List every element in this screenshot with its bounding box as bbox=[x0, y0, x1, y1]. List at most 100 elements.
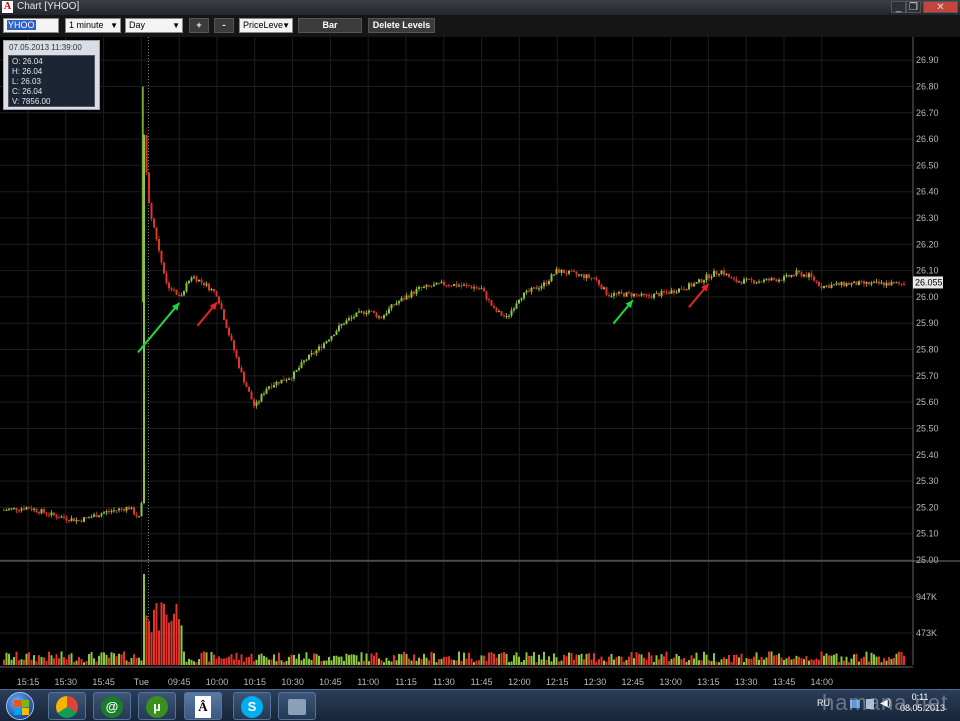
volume-bar bbox=[565, 656, 568, 665]
candle-body bbox=[373, 310, 375, 313]
volume-bar bbox=[60, 651, 63, 665]
volume-bar bbox=[585, 653, 588, 665]
time-tick-label: 15:15 bbox=[17, 677, 40, 687]
volume-bar bbox=[533, 652, 535, 665]
candle-body bbox=[708, 274, 710, 279]
candle-body bbox=[233, 340, 235, 351]
candle-body bbox=[133, 507, 135, 515]
taskbar-chart-app[interactable]: Â bbox=[184, 692, 222, 720]
volume-bar bbox=[168, 622, 170, 665]
zoom-in-button[interactable]: + bbox=[189, 18, 209, 33]
candle-body bbox=[273, 384, 275, 388]
volume-bar bbox=[368, 661, 370, 665]
delete-levels-button[interactable]: Delete Levels bbox=[368, 18, 435, 33]
time-tick-label: 11:15 bbox=[395, 677, 417, 687]
volume-bar bbox=[523, 660, 525, 665]
volume-bar bbox=[428, 660, 430, 665]
candle-body bbox=[883, 282, 885, 286]
volume-bar bbox=[828, 655, 830, 665]
candle-body bbox=[153, 218, 155, 228]
candle-body bbox=[818, 281, 820, 286]
taskbar-chrome[interactable] bbox=[48, 692, 86, 720]
candle-body bbox=[60, 516, 63, 518]
volume-bar bbox=[860, 658, 863, 665]
price-chart[interactable]: 26.90 26.80 26.70 26.60 26.50 26.40 26.30 26.20… bbox=[0, 37, 960, 689]
candle-body bbox=[745, 278, 748, 280]
candle-body bbox=[335, 330, 338, 335]
volume-bar bbox=[83, 662, 85, 665]
candle-body bbox=[123, 508, 125, 511]
candle-body bbox=[188, 280, 190, 284]
volume-bar bbox=[833, 654, 835, 665]
candle-body bbox=[475, 287, 478, 289]
volume-bar bbox=[545, 659, 548, 665]
candle-body bbox=[690, 283, 693, 287]
volume-bar bbox=[478, 660, 480, 665]
candle-body bbox=[798, 270, 800, 273]
price-tick-label: 26.20 bbox=[916, 239, 939, 249]
candle-body bbox=[445, 284, 448, 286]
volume-bar bbox=[395, 660, 398, 665]
volume-bar bbox=[203, 651, 205, 665]
bar-style-button[interactable]: Bar bbox=[298, 18, 362, 33]
volume-bar bbox=[210, 651, 213, 665]
volume-bar bbox=[633, 658, 635, 665]
volume-bar bbox=[293, 654, 295, 665]
candle-body bbox=[605, 287, 608, 295]
candle-body bbox=[685, 289, 688, 291]
candle-body bbox=[793, 274, 795, 276]
volume-bar bbox=[508, 662, 510, 665]
volume-bar bbox=[600, 656, 603, 665]
volume-bar bbox=[853, 654, 855, 665]
taskbar-window[interactable] bbox=[278, 692, 316, 720]
candle-body bbox=[795, 270, 798, 276]
windows-logo-part bbox=[22, 700, 29, 707]
volume-bar bbox=[93, 658, 95, 665]
interval-select[interactable]: 1 minute ▼ bbox=[65, 18, 121, 33]
candle-body bbox=[853, 281, 855, 284]
volume-bar bbox=[308, 658, 310, 665]
volume-bar bbox=[355, 655, 358, 665]
taskbar-utorrent[interactable]: µ bbox=[138, 692, 176, 720]
candle-body bbox=[80, 520, 83, 522]
volume-bar bbox=[305, 652, 308, 665]
candle-body bbox=[295, 369, 298, 372]
volume-bar bbox=[615, 657, 618, 665]
volume-bar bbox=[698, 660, 700, 665]
taskbar-icq[interactable]: @ bbox=[93, 692, 131, 720]
volume-bar bbox=[288, 656, 290, 665]
candle-body bbox=[598, 279, 600, 285]
candle-body bbox=[740, 281, 743, 284]
range-select[interactable]: Day ▼ bbox=[125, 18, 183, 33]
volume-bar bbox=[280, 660, 283, 665]
candle-body bbox=[863, 281, 865, 284]
candle-body bbox=[385, 313, 388, 316]
candle-body bbox=[110, 511, 113, 513]
start-button[interactable] bbox=[6, 692, 34, 720]
volume-bar bbox=[100, 652, 103, 665]
volume-bar bbox=[418, 657, 420, 665]
candle-body bbox=[35, 508, 38, 512]
candle-body bbox=[760, 281, 763, 283]
candle-body bbox=[285, 379, 288, 381]
candle-body bbox=[248, 387, 250, 392]
zoom-out-button[interactable]: - bbox=[214, 18, 234, 33]
volume-bar bbox=[595, 661, 598, 665]
candle-body bbox=[898, 282, 900, 284]
volume-bar bbox=[63, 657, 65, 665]
minimize-button[interactable]: _ bbox=[891, 1, 906, 13]
volume-bar bbox=[705, 654, 708, 665]
restore-button[interactable]: ❐ bbox=[906, 1, 921, 13]
candle-body bbox=[443, 281, 445, 285]
volume-bar bbox=[620, 656, 623, 665]
volume-bar bbox=[660, 654, 663, 665]
level-mode-select[interactable]: PriceLeve ▼ bbox=[239, 18, 293, 33]
volume-bar bbox=[90, 652, 93, 665]
symbol-input[interactable]: YHOO bbox=[3, 18, 59, 33]
volume-bar bbox=[328, 656, 330, 665]
candle-body bbox=[778, 279, 780, 282]
high-value: H: 26.04 bbox=[12, 67, 43, 76]
taskbar-skype[interactable]: S bbox=[233, 692, 271, 720]
close-button[interactable]: ✕ bbox=[923, 1, 958, 13]
candle-body bbox=[340, 324, 343, 326]
